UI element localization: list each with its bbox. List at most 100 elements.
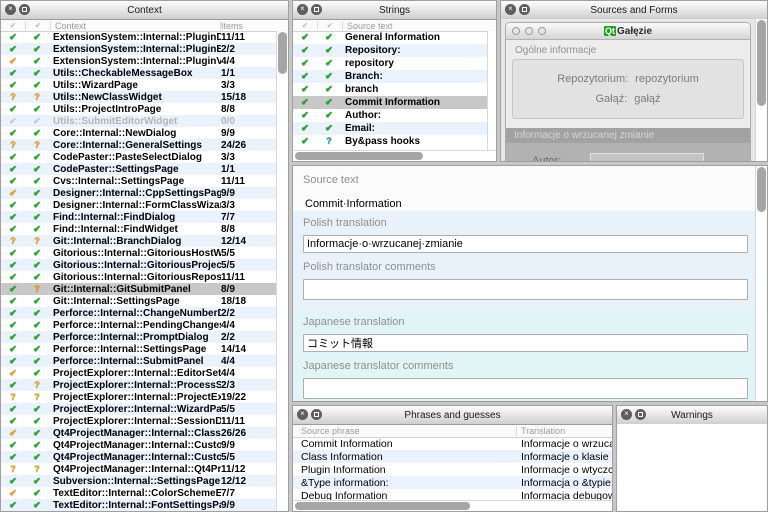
branch-label: Gałąź: [595, 93, 627, 105]
table-row[interactable]: ✔✔Perforce::Internal::ChangeNumberDi..2/… [1, 307, 277, 319]
table-row[interactable]: ✔✔ExtensionSystem::Internal::PluginDe..1… [1, 31, 277, 43]
green-check-icon: ✔ [9, 356, 17, 366]
table-row[interactable]: ✔✔ExtensionSystem::Internal::PluginView4… [1, 55, 277, 67]
close-icon[interactable]: × [505, 4, 516, 15]
close-icon[interactable]: × [297, 4, 308, 15]
phrases-title: Phrases and guesses [404, 410, 500, 421]
table-row[interactable]: ✔✔Author: [293, 109, 488, 122]
table-row[interactable]: ✔✔Gitorious::Internal::GitoriousProject.… [1, 259, 277, 271]
green-check-icon: ✔ [301, 32, 309, 42]
polish-translation-input[interactable] [303, 235, 748, 253]
form-preview-area: Qt Gałęzie Ogólne informacje Repozytoriu… [501, 19, 767, 161]
table-row[interactable]: ✔✔Gitorious::Internal::GitoriousHostWi..… [1, 247, 277, 259]
table-row[interactable]: ✔✔Utils::SubmitEditorWidget0/0 [1, 115, 277, 127]
source-text-column-header[interactable]: Source text [343, 21, 488, 31]
table-row[interactable]: ✔✔ExtensionSystem::Internal::PluginErr..… [1, 43, 277, 55]
table-row[interactable]: ??Qt4ProjectManager::Internal::Qt4Pro..1… [1, 463, 277, 475]
table-row[interactable]: ✔✔Repository: [293, 44, 488, 57]
green-check-icon: ✔ [301, 123, 309, 133]
green-check-icon: ✔ [9, 128, 17, 138]
table-row[interactable]: ✔✔ProjectExplorer::Internal::EditorSetti… [1, 367, 277, 379]
table-row[interactable]: ✔✔Utils::ProjectIntroPage8/8 [1, 103, 277, 115]
table-row[interactable]: ✔✔CodePaster::PasteSelectDialog3/3 [1, 151, 277, 163]
yellow-question-icon: ? [10, 236, 16, 246]
table-row[interactable]: ✔✔Designer::Internal::FormClassWizard..3… [1, 199, 277, 211]
table-row[interactable]: ??Core::Internal::GeneralSettings24/26 [1, 139, 277, 151]
table-row[interactable]: ✔✔Perforce::Internal::SettingsPage14/14 [1, 343, 277, 355]
table-row[interactable]: Commit InformationInformacje o wrzucanej… [293, 437, 612, 450]
window-circle-icon [512, 27, 520, 35]
table-row[interactable]: ✔✔Designer::Internal::CppSettingsPage...… [1, 187, 277, 199]
green-check-icon: ✔ [9, 164, 17, 174]
sources-vertical-scrollbar[interactable] [755, 19, 767, 161]
table-row[interactable]: ✔✔Commit Information [293, 96, 488, 109]
polish-comments-input[interactable] [303, 279, 748, 300]
table-row[interactable]: ✔✔ProjectExplorer::Internal::SessionDia.… [1, 415, 277, 427]
items-column-header[interactable]: Items [221, 21, 277, 31]
table-row[interactable]: &Type information:Informacja o &typie: [293, 476, 612, 489]
green-check-icon: ✔ [9, 476, 17, 486]
done-check-icon: ✔ [26, 21, 51, 30]
close-icon[interactable]: × [621, 409, 632, 420]
table-row[interactable]: ✔✔Find::Internal::FindWidget8/8 [1, 223, 277, 235]
table-row[interactable]: ✔✔Subversion::Internal::SettingsPage12/1… [1, 475, 277, 487]
table-row[interactable]: ??Utils::NewClassWidget15/18 [1, 91, 277, 103]
source-phrase-column-header[interactable]: Source phrase [293, 426, 517, 436]
table-row[interactable]: ✔✔Git::Internal::SettingsPage18/18 [1, 295, 277, 307]
close-icon[interactable]: × [5, 4, 16, 15]
table-row[interactable]: ✔✔Utils::WizardPage3/3 [1, 79, 277, 91]
table-row[interactable]: ✔?By&pass hooks [293, 135, 488, 148]
table-row[interactable]: ✔✔Qt4ProjectManager::Internal::Custo...5… [1, 451, 277, 463]
table-row[interactable]: ??Git::Internal::BranchDialog12/14 [1, 235, 277, 247]
strings-horizontal-scrollbar[interactable] [293, 150, 496, 161]
general-info-group-label: Ogólne informacje [515, 45, 750, 56]
table-row[interactable]: ✔✔Branch: [293, 70, 488, 83]
table-row[interactable]: Class InformationInformacje o klasie [293, 450, 612, 463]
table-row[interactable]: ✔✔Perforce::Internal::PendingChanges...4… [1, 319, 277, 331]
table-row[interactable]: ✔✔General Information [293, 31, 488, 44]
yellow-question-icon: ? [34, 92, 40, 102]
green-check-icon: ✔ [325, 45, 333, 55]
table-row[interactable]: ✔?ProjectExplorer::Internal::ProcessSte.… [1, 379, 277, 391]
close-icon[interactable]: × [297, 409, 308, 420]
table-row[interactable]: ✔✔Perforce::Internal::SubmitPanel4/4 [1, 355, 277, 367]
table-row[interactable]: ✔✔Qt4ProjectManager::Internal::ClassD..2… [1, 427, 277, 439]
table-row[interactable]: ✔✔ProjectExplorer::Internal::WizardPage5… [1, 403, 277, 415]
table-row[interactable]: ✔✔Qt4ProjectManager::Internal::Custo...9… [1, 439, 277, 451]
table-row[interactable]: ✔✔Perforce::Internal::PromptDialog2/2 [1, 331, 277, 343]
context-column-header[interactable]: Context [51, 21, 221, 31]
japanese-translation-input[interactable] [303, 334, 748, 352]
table-row[interactable]: Plugin InformationInformacje o wtyczce [293, 463, 612, 476]
table-row[interactable]: ??ProjectExplorer::Internal::ProjectExp.… [1, 391, 277, 403]
table-row[interactable]: ✔✔TextEditor::Internal::ColorSchemeEdit7… [1, 487, 277, 499]
table-row[interactable]: ✔✔Utils::CheckableMessageBox1/1 [1, 67, 277, 79]
translation-vertical-scrollbar[interactable] [755, 166, 767, 401]
table-row[interactable]: ✔✔repository [293, 57, 488, 70]
float-icon[interactable] [19, 4, 30, 15]
float-icon[interactable] [311, 4, 322, 15]
table-row[interactable]: ✔✔branch [293, 83, 488, 96]
table-row[interactable]: ✔✔Find::Internal::FindDialog7/7 [1, 211, 277, 223]
table-row[interactable]: ✔✔Gitorious::Internal::GitoriousReposit.… [1, 271, 277, 283]
strings-vertical-scrollbar[interactable] [487, 31, 496, 151]
table-row[interactable]: ✔✔CodePaster::SettingsPage1/1 [1, 163, 277, 175]
green-check-icon: ✔ [325, 32, 333, 42]
float-icon[interactable] [635, 409, 646, 420]
float-icon[interactable] [311, 409, 322, 420]
table-row[interactable]: ✔✔Cvs::Internal::SettingsPage11/11 [1, 175, 277, 187]
table-row[interactable]: ✔✔TextEditor::Internal::FontSettingsPage… [1, 499, 277, 511]
japanese-comments-input[interactable] [303, 378, 748, 399]
yellow-question-icon: ? [34, 284, 40, 294]
context-vertical-scrollbar[interactable] [276, 31, 288, 511]
green-check-icon: ✔ [33, 320, 41, 330]
table-row[interactable]: ✔✔Email: [293, 122, 488, 135]
float-icon[interactable] [519, 4, 530, 15]
translation-column-header[interactable]: Translation [517, 426, 612, 436]
table-row[interactable]: ✔?Git::Internal::GitSubmitPanel8/9 [1, 283, 277, 295]
green-check-icon: ✔ [9, 176, 17, 186]
green-check-icon: ✔ [33, 296, 41, 306]
phrases-horizontal-scrollbar[interactable] [293, 500, 612, 511]
green-check-icon: ✔ [33, 44, 41, 54]
table-row[interactable]: ✔✔Core::Internal::NewDialog9/9 [1, 127, 277, 139]
done-check-icon: ✔ [293, 21, 318, 30]
